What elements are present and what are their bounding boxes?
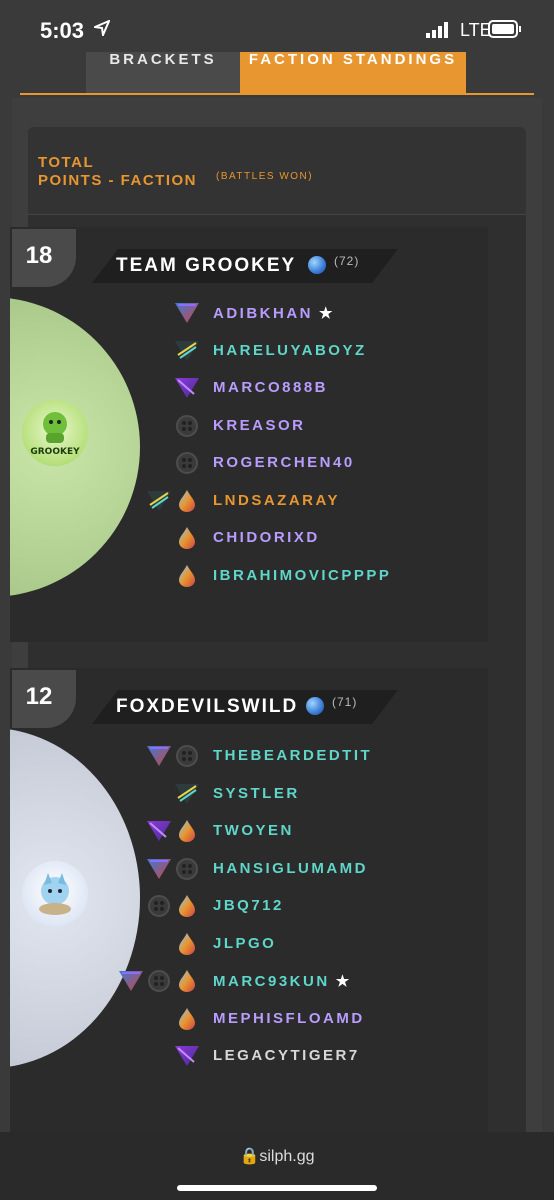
- player-row[interactable]: TWOYEN: [10, 816, 488, 846]
- browser-bar: 🔒silph.gg: [0, 1132, 554, 1200]
- status-time: 5:03: [40, 18, 85, 43]
- drop-icon: [174, 894, 200, 918]
- player-row[interactable]: CHIDORIXD: [10, 523, 488, 553]
- valor-purple-icon: [146, 819, 172, 843]
- network-label: LTE: [460, 20, 492, 40]
- mystic-icon: [118, 969, 144, 993]
- hex-icon: [174, 414, 200, 438]
- tab-underline: [20, 93, 534, 95]
- hex-icon: [174, 857, 200, 881]
- team-name[interactable]: FOXDEVILSWILD: [116, 696, 298, 718]
- url-field[interactable]: 🔒silph.gg: [0, 1146, 554, 1166]
- player-row[interactable]: JBQ712: [10, 891, 488, 921]
- hex-icon: [174, 451, 200, 475]
- player-name[interactable]: TWOYEN: [213, 822, 294, 839]
- standings-header: TOTAL POINTS - FACTION (BATTLES WON): [28, 127, 526, 215]
- drop-icon: [174, 489, 200, 513]
- player-row[interactable]: JLPGO: [10, 929, 488, 959]
- player-name[interactable]: HARELUYABOYZ: [213, 342, 367, 359]
- tab-bar: BRACKETS FACTION STANDINGS: [0, 52, 554, 94]
- team-rank: 18: [12, 229, 76, 287]
- team-points: (72): [334, 254, 360, 268]
- player-name[interactable]: MARCO888B: [213, 379, 328, 396]
- player-name[interactable]: CHIDORIXD: [213, 529, 320, 546]
- star-icon: ★: [335, 973, 352, 990]
- player-row[interactable]: HANSIGLUMAMD: [10, 854, 488, 884]
- team-card[interactable]: 12 FOXDEVILSWILD (71) THEBEARDEDTIT SYSTL…: [10, 668, 488, 1132]
- player-row[interactable]: KREASOR: [10, 411, 488, 441]
- team-name[interactable]: TEAM GROOKEY: [116, 255, 296, 277]
- mystic-icon: [174, 301, 200, 325]
- player-name[interactable]: LEGACYTIGER7: [213, 1047, 360, 1064]
- instinct-icon: [174, 339, 200, 363]
- player-row[interactable]: ROGERCHEN40: [10, 448, 488, 478]
- player-row[interactable]: IBRAHIMOVICPPPP: [10, 561, 488, 591]
- player-row[interactable]: LNDSAZARAY: [10, 486, 488, 516]
- globe-icon: [308, 256, 326, 274]
- team-points: (71): [332, 695, 358, 709]
- player-row[interactable]: ADIBKHAN ★: [10, 298, 488, 328]
- player-row[interactable]: SYSTLER: [10, 779, 488, 809]
- hex-icon: [146, 894, 172, 918]
- player-name[interactable]: MEPHISFLOAMD: [213, 1010, 365, 1027]
- player-name[interactable]: JLPGO: [213, 935, 276, 952]
- location-arrow-icon: [94, 20, 110, 36]
- player-row[interactable]: MARC93KUN ★: [10, 966, 488, 996]
- drop-icon: [174, 932, 200, 956]
- signal-icon: [426, 22, 448, 38]
- home-indicator[interactable]: [177, 1185, 377, 1191]
- player-name[interactable]: ROGERCHEN40: [213, 454, 355, 471]
- team-card[interactable]: 18 TEAM GROOKEY (72) GROOKEY ADIBKHAN ★ HA…: [10, 227, 488, 642]
- mystic-icon: [146, 857, 172, 881]
- team-rank: 12: [12, 670, 76, 728]
- player-name[interactable]: LNDSAZARAY: [213, 492, 340, 509]
- player-name[interactable]: KREASOR: [213, 417, 306, 434]
- drop-icon: [174, 526, 200, 550]
- standings-title: TOTAL POINTS - FACTION: [38, 154, 197, 189]
- drop-icon: [174, 564, 200, 588]
- player-name[interactable]: HANSIGLUMAMD: [213, 860, 368, 877]
- player-name[interactable]: SYSTLER: [213, 785, 300, 802]
- hex-icon: [146, 969, 172, 993]
- drop-icon: [174, 969, 200, 993]
- star-icon: ★: [319, 305, 335, 322]
- mystic-icon: [146, 744, 172, 768]
- player-row[interactable]: MARCO888B: [10, 373, 488, 403]
- tab-faction-standings[interactable]: FACTION STANDINGS: [240, 52, 466, 94]
- player-row[interactable]: HARELUYABOYZ: [10, 336, 488, 366]
- instinct-icon: [174, 782, 200, 806]
- player-name[interactable]: ADIBKHAN ★: [213, 304, 335, 322]
- hex-icon: [174, 744, 200, 768]
- lock-icon: 🔒: [239, 1148, 260, 1165]
- player-row[interactable]: LEGACYTIGER7: [10, 1041, 488, 1071]
- valor-purple-icon: [174, 376, 200, 400]
- drop-icon: [174, 1007, 200, 1031]
- player-row[interactable]: MEPHISFLOAMD: [10, 1004, 488, 1034]
- player-name[interactable]: IBRAHIMOVICPPPP: [213, 567, 391, 584]
- instinct-icon: [146, 489, 172, 513]
- globe-icon: [306, 697, 324, 715]
- player-row[interactable]: THEBEARDEDTIT: [10, 741, 488, 771]
- player-name[interactable]: THEBEARDEDTIT: [213, 747, 372, 764]
- drop-icon: [174, 819, 200, 843]
- valor-purple-icon: [174, 1044, 200, 1068]
- status-bar: 5:03 LTE: [0, 0, 554, 60]
- standings-subtitle: (BATTLES WON): [216, 171, 314, 182]
- battery-icon: [488, 20, 521, 38]
- tab-brackets[interactable]: BRACKETS: [86, 52, 240, 94]
- player-name[interactable]: MARC93KUN ★: [213, 972, 352, 990]
- player-name[interactable]: JBQ712: [213, 897, 284, 914]
